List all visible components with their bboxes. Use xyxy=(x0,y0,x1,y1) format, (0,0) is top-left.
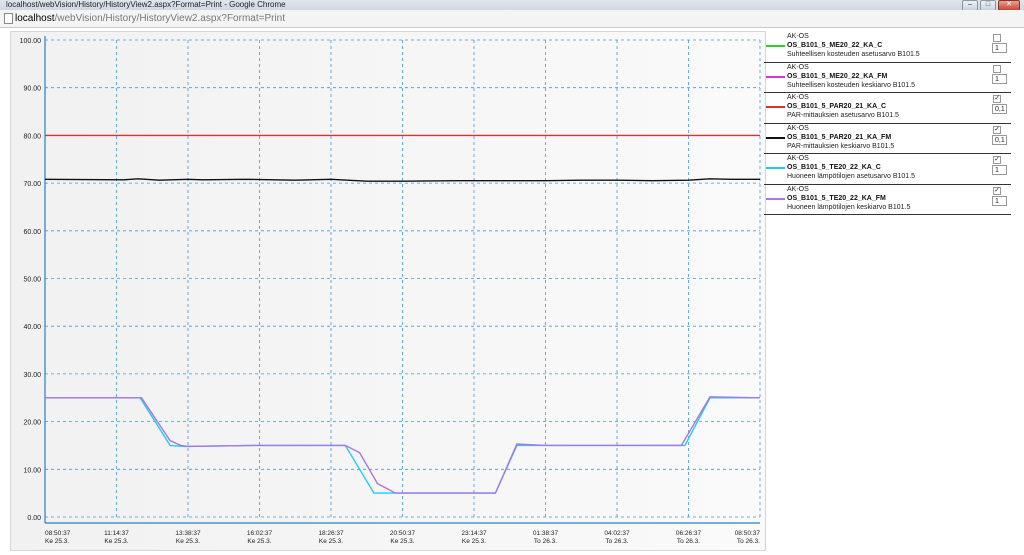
y-tick-label: 60.00 xyxy=(23,229,41,236)
legend-visibility-checkbox[interactable] xyxy=(993,34,1001,42)
legend-scale-input[interactable]: 1 xyxy=(992,43,1007,53)
x-tick-time: 11:14:37 xyxy=(104,530,129,537)
y-tick-label: 40.00 xyxy=(23,324,41,331)
legend-description: Suhteellisen kosteuden keskiarvo B101.5 xyxy=(787,81,916,89)
x-tick-day: To 26.3. xyxy=(677,538,700,545)
y-tick-label: 10.00 xyxy=(23,467,41,474)
legend-item: AK-OS OS_B101_5_TE20_22_KA_FM Huoneen lämp… xyxy=(764,185,1011,215)
legend-item: AK-OS OS_B101_5_ME20_22_KA_FM Suhteellisen… xyxy=(764,63,1011,93)
legend-scale-input[interactable]: 0,1 xyxy=(992,134,1007,145)
legend-panel: AK-OS OS_B101_5_ME20_22_KA_C Suhteellisen … xyxy=(764,32,1011,215)
legend-series-name: OS_B101_5_TE20_22_KA_FM xyxy=(787,194,886,202)
page-icon xyxy=(4,13,13,24)
url-path: /webVision/History/HistoryView2.aspx?For… xyxy=(54,13,286,24)
legend-group: AK-OS xyxy=(787,155,809,162)
legend-scale-input[interactable]: 1 xyxy=(992,165,1007,175)
legend-visibility-checkbox[interactable] xyxy=(993,64,1001,73)
legend-visibility-checkbox[interactable]: ✓ xyxy=(993,95,1001,103)
legend-group: AK-OS xyxy=(787,33,809,40)
legend-color-swatch xyxy=(766,167,785,169)
legend-group: AK-OS xyxy=(787,124,809,132)
y-tick-label: 90.00 xyxy=(23,86,41,93)
chart-panel: 100.00 90.00 80.00 70.00 60.00 50.00 40.00 30.0… xyxy=(10,31,766,551)
x-tick-time: 08:50:37 xyxy=(735,530,761,537)
x-tick-day: Ke 25.3. xyxy=(104,538,128,545)
address-bar[interactable]: localhost/webVision/History/HistoryView2… xyxy=(0,10,1024,28)
x-tick-day: To 26.3. xyxy=(737,538,760,545)
x-tick-time: 16:02:37 xyxy=(247,530,273,537)
x-tick-day: To 26.3. xyxy=(605,538,628,545)
legend-item: AK-OS OS_B101_5_ME20_22_KA_C Suhteellisen … xyxy=(764,32,1011,63)
legend-color-swatch xyxy=(766,45,785,47)
x-tick-day: Ke 25.3. xyxy=(462,538,486,545)
x-tick-day: Ke 25.3. xyxy=(45,538,69,545)
url-host: localhost xyxy=(15,13,55,24)
legend-color-swatch xyxy=(766,136,785,139)
legend-scale-input[interactable]: 1 xyxy=(992,195,1007,206)
legend-scale-input[interactable]: 1 xyxy=(992,73,1007,84)
history-chart: 100.00 90.00 80.00 70.00 60.00 50.00 40.00 30.0… xyxy=(20,36,761,545)
x-tick-day: Ke 25.3. xyxy=(247,538,271,545)
legend-color-swatch xyxy=(766,106,785,108)
x-tick-day: Ke 25.3. xyxy=(319,538,343,545)
x-tick-time: 20:50:37 xyxy=(390,530,416,537)
x-tick-day: To 26.3. xyxy=(534,538,557,545)
y-tick-label: 100.00 xyxy=(20,38,42,45)
legend-group: AK-OS xyxy=(787,94,809,101)
x-tick-day: Ke 25.3. xyxy=(390,538,414,545)
legend-color-swatch xyxy=(766,75,785,78)
y-tick-label: 80.00 xyxy=(23,133,41,140)
legend-series-name: OS_B101_5_PAR20_21_KA_C xyxy=(787,103,887,110)
y-tick-label: 0.00 xyxy=(27,515,41,522)
legend-description: PAR-mittauksien asetusarvo B101.5 xyxy=(787,112,899,119)
legend-item: AK-OS OS_B101_5_TE20_22_KA_C Huoneen lämpö… xyxy=(764,154,1011,185)
legend-series-name: OS_B101_5_TE20_22_KA_C xyxy=(787,164,881,171)
x-tick-time: 04:02:37 xyxy=(604,530,630,537)
url-text[interactable]: localhost/webVision/History/HistoryView2… xyxy=(15,13,285,24)
y-tick-label: 50.00 xyxy=(23,277,41,284)
window-title: localhost/webVision/History/HistoryView2… xyxy=(6,0,286,9)
legend-description: Huoneen lämpötilojen asetusarvo B101.5 xyxy=(787,173,916,180)
legend-series-name: OS_B101_5_ME20_22_KA_C xyxy=(787,42,883,49)
legend-scale-input[interactable]: 0,1 xyxy=(992,104,1007,114)
legend-visibility-checkbox[interactable]: ✓ xyxy=(993,156,1001,164)
legend-series-name: OS_B101_5_ME20_22_KA_FM xyxy=(787,72,888,80)
x-tick-time: 18:26:37 xyxy=(318,530,344,537)
y-tick-label: 20.00 xyxy=(23,420,41,427)
window-titlebar: localhost/webVision/History/HistoryView2… xyxy=(0,0,1024,11)
legend-description: PAR-mittauksien keskiarvo B101.5 xyxy=(787,142,895,150)
legend-series-name: OS_B101_5_PAR20_21_KA_FM xyxy=(787,133,892,141)
y-tick-label: 70.00 xyxy=(23,181,41,188)
x-tick-day: Ke 25.3. xyxy=(176,538,200,545)
x-tick-time: 23:14:37 xyxy=(461,530,487,537)
legend-description: Huoneen lämpötilojen keskiarvo B101.5 xyxy=(787,203,911,211)
x-tick-time: 13:38:37 xyxy=(175,530,201,537)
legend-visibility-checkbox[interactable]: ✓ xyxy=(993,186,1001,195)
x-tick-time: 06:26:37 xyxy=(676,530,702,537)
legend-item: AK-OS OS_B101_5_PAR20_21_KA_C PAR-mittauks… xyxy=(764,93,1011,124)
x-tick-time: 01:38:37 xyxy=(533,530,559,537)
legend-color-swatch xyxy=(766,197,785,200)
legend-item: AK-OS OS_B101_5_PAR20_21_KA_FM PAR-mittauk… xyxy=(764,124,1011,154)
x-tick-time: 08:50:37 xyxy=(45,530,71,537)
legend-group: AK-OS xyxy=(787,185,809,193)
legend-visibility-checkbox[interactable]: ✓ xyxy=(993,125,1001,134)
y-tick-label: 30.00 xyxy=(23,372,41,379)
legend-group: AK-OS xyxy=(787,63,809,71)
window-controls: – □ ✕ xyxy=(962,0,1020,11)
legend-description: Suhteellisen kosteuden asetusarvo B101.5 xyxy=(787,51,920,58)
